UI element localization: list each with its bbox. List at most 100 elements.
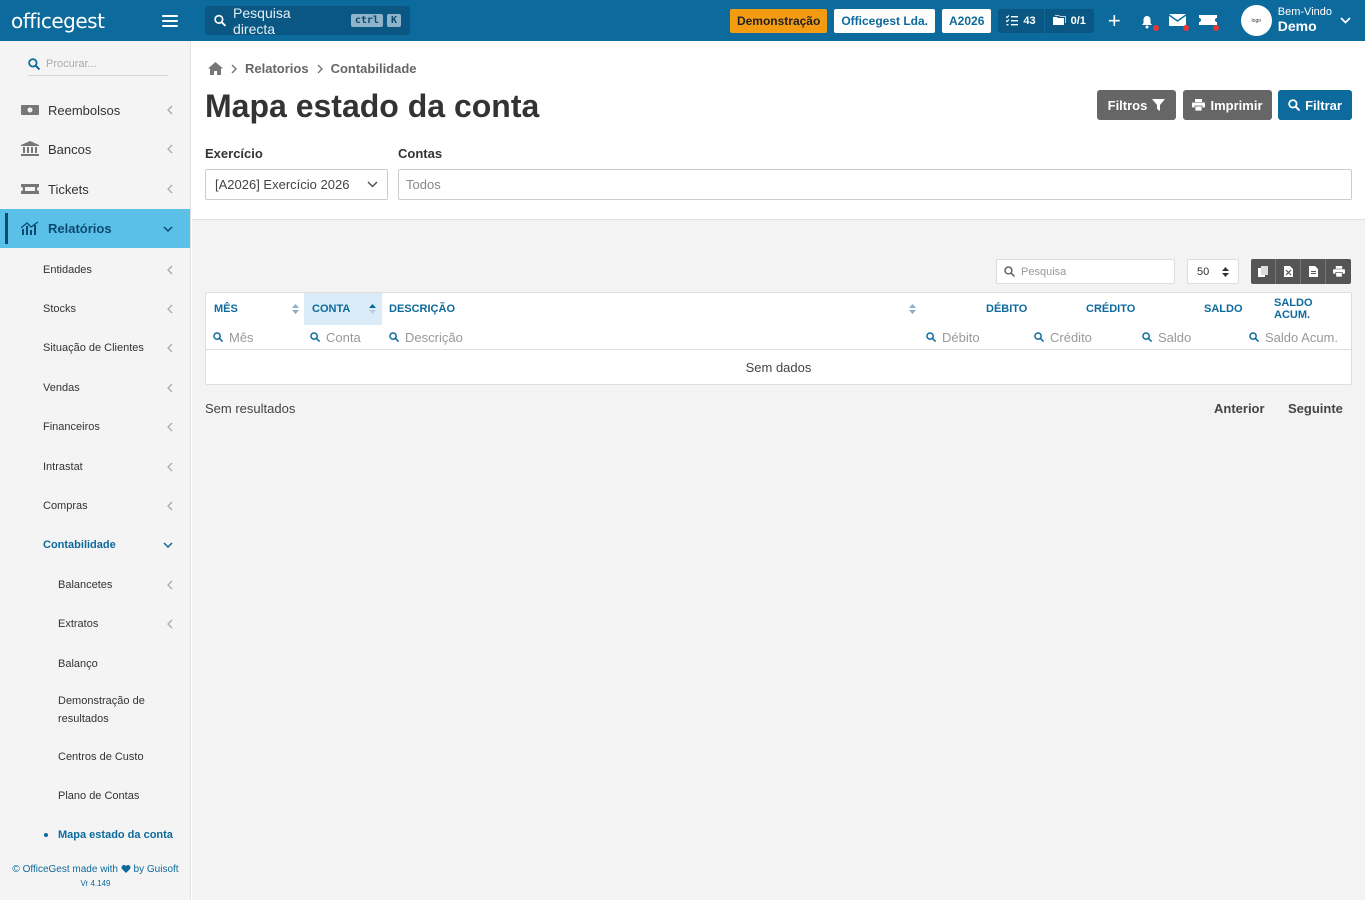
printer-icon <box>1192 99 1206 111</box>
column-header-credito[interactable]: CRÉDITO <box>1086 293 1135 325</box>
sidebar-subitem-balancetes[interactable]: Balancetes <box>0 577 190 593</box>
sidebar-subitem-financeiros[interactable]: Financeiros <box>0 419 190 435</box>
messages-icon[interactable] <box>1168 13 1189 31</box>
filter-mes[interactable]: Mês <box>213 325 254 349</box>
sidebar-subitem-compras[interactable]: Compras <box>0 498 190 514</box>
column-header-mes[interactable]: MÊS <box>214 293 304 325</box>
sidebar-subitem-label: Balancetes <box>58 579 113 591</box>
empty-table-message: Sem dados <box>206 349 1351 385</box>
sidebar-subitem-contabilidade[interactable]: Contabilidade <box>0 537 190 553</box>
sidebar-subitem-balanco[interactable]: Balanço <box>0 656 190 672</box>
user-name: Demo <box>1277 17 1317 34</box>
page-size-select[interactable]: 50 <box>1187 259 1239 284</box>
sidebar-subitem-centros-custo[interactable]: Centros de Custo <box>0 749 190 765</box>
avatar: logo <box>1240 5 1272 36</box>
sidebar-item-reembolsos[interactable]: Reembolsos <box>0 100 190 120</box>
funnel-icon <box>1152 99 1166 111</box>
chevron-down-icon <box>367 181 378 188</box>
sidebar-footer: © OfficeGest made with by Guisoft Vr 4.1… <box>0 862 191 891</box>
active-bullet <box>44 833 48 837</box>
search-icon <box>213 332 223 342</box>
excel-button[interactable] <box>1276 259 1301 284</box>
print-button[interactable]: Imprimir <box>1183 90 1272 120</box>
data-table: MÊS CONTA DESCRIÇÃO DÉBITO CRÉDITO SALDO <box>205 292 1352 385</box>
contas-label: Contas <box>398 146 443 161</box>
filter-debito[interactable]: Débito <box>926 325 980 349</box>
sidebar-item-bancos[interactable]: Bancos <box>0 139 190 159</box>
docs-counter[interactable]: 0/1 <box>1052 15 1086 27</box>
column-header-debito[interactable]: DÉBITO <box>986 293 1027 325</box>
sidebar-item-label: Tickets <box>48 181 89 197</box>
sidebar-subitem-intrastat[interactable]: Intrastat <box>0 459 190 475</box>
sidebar-subitem-extratos[interactable]: Extratos <box>0 616 190 632</box>
exercicio-select[interactable]: [A2026] Exercício 2026 <box>205 169 388 200</box>
column-label: CRÉDITO <box>1086 303 1136 315</box>
year-selector[interactable]: A2026 <box>942 8 992 33</box>
notifications-icon[interactable] <box>1139 13 1159 31</box>
sidebar-subitem-label: Centros de Custo <box>58 751 144 763</box>
filter-placeholder: Crédito <box>1050 329 1092 345</box>
add-icon[interactable]: + <box>1108 9 1121 32</box>
sidebar-subitem-entidades[interactable]: Entidades <box>0 262 190 278</box>
table-panel: Pesquisa 50 MÊS CONTA DESCRIÇÃO DÉBITO C… <box>192 219 1365 900</box>
sidebar-search-placeholder: Procurar... <box>46 58 97 70</box>
table-search-input[interactable]: Pesquisa <box>996 259 1175 284</box>
column-header-descricao[interactable]: DESCRIÇÃO <box>389 293 916 325</box>
sidebar-subitem-label: Contabilidade <box>43 539 116 551</box>
contas-input[interactable]: Todos <box>398 169 1352 200</box>
sidebar-subitem-plano-contas[interactable]: Plano de Contas <box>0 788 190 804</box>
column-header-saldo[interactable]: SALDO <box>1204 293 1243 325</box>
sidebar-subitem-mapa-estado-conta[interactable]: Mapa estado da conta <box>0 827 190 843</box>
filter-button-label: Filtrar <box>1305 97 1342 113</box>
company-selector[interactable]: Officegest Lda. <box>834 8 935 33</box>
menu-toggle-icon[interactable] <box>162 14 178 27</box>
global-search-input[interactable]: Pesquisa directa ctrl K <box>205 5 410 37</box>
filter-placeholder: Saldo <box>1158 329 1192 345</box>
sidebar-subitem-label: Compras <box>43 500 88 512</box>
filter-conta[interactable]: Conta <box>310 325 361 349</box>
search-icon <box>1034 332 1044 342</box>
page-size-value: 50 <box>1197 265 1210 278</box>
sidebar-subitem-demonstracao-resultados[interactable]: Demonstração de resultados <box>0 693 190 727</box>
filter-credito[interactable]: Crédito <box>1034 325 1092 349</box>
logo[interactable]: officegest <box>11 9 105 33</box>
print-table-button[interactable] <box>1326 259 1351 284</box>
bank-icon <box>21 141 39 156</box>
main-content: Relatorios Contabilidade Mapa estado da … <box>192 41 1365 900</box>
sidebar-subitem-situacao-clientes[interactable]: Situação de Clientes <box>0 340 190 356</box>
filter-saldo[interactable]: Saldo <box>1142 325 1191 349</box>
filter-descricao[interactable]: Descrição <box>389 325 463 349</box>
copy-button[interactable] <box>1251 259 1276 284</box>
home-icon[interactable] <box>208 62 223 75</box>
column-header-conta[interactable]: CONTA <box>304 293 382 325</box>
user-menu[interactable]: logo Bem-Vindo Demo <box>1240 5 1351 36</box>
column-label: DÉBITO <box>986 303 1028 315</box>
top-navbar: officegest Pesquisa directa ctrl K Demon… <box>0 0 1365 41</box>
filter-saldo-acum[interactable]: Saldo Acum. <box>1249 325 1338 349</box>
sidebar-item-relatorios[interactable]: Relatórios <box>0 209 190 248</box>
sidebar-search-input[interactable]: Procurar... <box>28 53 168 76</box>
sidebar-item-tickets[interactable]: Tickets <box>0 179 190 199</box>
exercicio-label: Exercício <box>205 146 263 161</box>
previous-page-button[interactable]: Anterior <box>1214 401 1265 416</box>
sidebar: Procurar... Reembolsos Bancos Tickets Re… <box>0 41 191 900</box>
search-icon <box>1004 266 1015 277</box>
search-icon <box>1288 99 1300 111</box>
chevron-left-icon <box>167 144 173 154</box>
sidebar-subitem-vendas[interactable]: Vendas <box>0 380 190 396</box>
tickets-icon[interactable] <box>1198 13 1219 31</box>
pdf-button[interactable] <box>1301 259 1326 284</box>
breadcrumb-contabilidade[interactable]: Contabilidade <box>331 61 417 76</box>
excel-icon <box>1283 266 1293 277</box>
filter-button[interactable]: Filtrar <box>1278 90 1352 120</box>
footer-by[interactable]: by Guisoft <box>134 864 179 875</box>
tasks-counter[interactable]: 43 <box>1006 15 1036 27</box>
sidebar-item-label: Relatórios <box>48 221 112 236</box>
column-header-saldo-acum[interactable]: SALDO ACUM. <box>1274 293 1351 325</box>
sidebar-subitem-stocks[interactable]: Stocks <box>0 301 190 317</box>
next-page-button[interactable]: Seguinte <box>1288 401 1343 416</box>
chevron-down-icon <box>163 542 173 548</box>
demo-badge[interactable]: Demonstração <box>729 8 828 33</box>
filters-button[interactable]: Filtros <box>1097 90 1176 120</box>
breadcrumb-relatorios[interactable]: Relatorios <box>245 61 309 76</box>
